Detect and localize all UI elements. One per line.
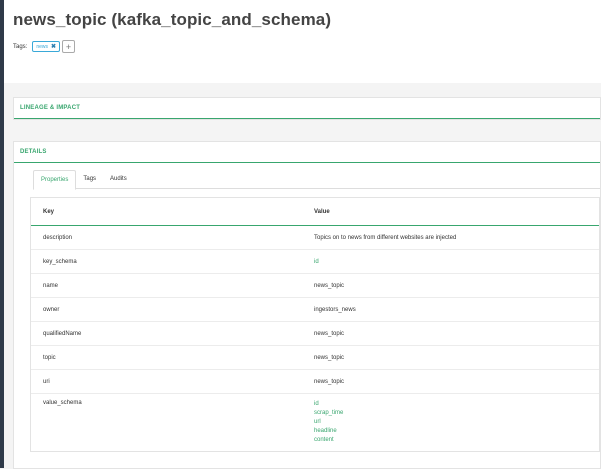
tab-tags[interactable]: Tags	[76, 170, 103, 188]
table-row: owner ingestors_news	[31, 298, 599, 322]
row-value: news_topic	[314, 282, 345, 289]
add-tag-button[interactable]: +	[62, 40, 76, 53]
key-schema-link[interactable]: id	[314, 259, 599, 265]
row-key: description	[43, 234, 73, 241]
header-value: Value	[314, 208, 330, 215]
header-key: Key	[43, 208, 55, 215]
lineage-panel-title[interactable]: LINEAGE & IMPACT	[14, 98, 600, 119]
row-value: Topics on to news from different website…	[314, 234, 457, 241]
row-key: uri	[43, 378, 50, 385]
details-tabs: Properties Tags Audits	[33, 170, 600, 190]
page-title: news_topic (kafka_topic_and_schema)	[13, 10, 332, 29]
entity-page: news_topic (kafka_topic_and_schema) Tags…	[4, 0, 601, 469]
table-row: value_schema id scrap_time url headline …	[31, 394, 599, 455]
tags-label: Tags:	[13, 43, 28, 50]
tag-chip-news[interactable]: news ✖	[32, 41, 61, 52]
lineage-panel: LINEAGE & IMPACT	[13, 97, 601, 120]
value-schema-list: id scrap_time url headline content	[314, 400, 599, 445]
schema-link-scrap-time[interactable]: scrap_time	[314, 409, 599, 418]
table-row: key_schema id	[31, 250, 599, 274]
schema-link-id[interactable]: id	[314, 400, 599, 409]
tab-properties[interactable]: Properties	[33, 170, 77, 190]
table-row: qualifiedName news_topic	[31, 322, 599, 346]
row-key: key_schema	[43, 258, 77, 265]
properties-table: Key Value description Topics on to news …	[30, 197, 600, 452]
properties-table-header: Key Value	[31, 198, 599, 226]
tag-chip-label: news	[36, 43, 49, 50]
row-key: owner	[43, 306, 60, 313]
tab-audits[interactable]: Audits	[103, 170, 134, 188]
plus-icon: +	[65, 41, 72, 52]
table-row: topic news_topic	[31, 346, 599, 370]
row-value: news_topic	[314, 354, 345, 361]
table-row: name news_topic	[31, 274, 599, 298]
schema-link-headline[interactable]: headline	[314, 427, 599, 436]
table-row: uri news_topic	[31, 370, 599, 394]
details-panel: DETAILS Properties Tags Audits Key Value…	[13, 141, 601, 469]
row-key: topic	[43, 354, 56, 361]
tags-row: Tags: news ✖ +	[13, 40, 76, 53]
row-key: value_schema	[43, 400, 82, 406]
schema-link-url[interactable]: url	[314, 418, 599, 427]
schema-link-content[interactable]: content	[314, 436, 599, 445]
details-panel-title[interactable]: DETAILS	[14, 142, 600, 163]
row-key: qualifiedName	[43, 330, 82, 337]
table-row: description Topics on to news from diffe…	[31, 226, 599, 250]
entity-header: news_topic (kafka_topic_and_schema) Tags…	[4, 0, 601, 83]
row-value: news_topic	[314, 330, 345, 337]
row-value: ingestors_news	[314, 306, 356, 313]
row-value: news_topic	[314, 378, 345, 385]
row-key: name	[43, 282, 59, 289]
remove-tag-icon[interactable]: ✖	[51, 43, 56, 50]
